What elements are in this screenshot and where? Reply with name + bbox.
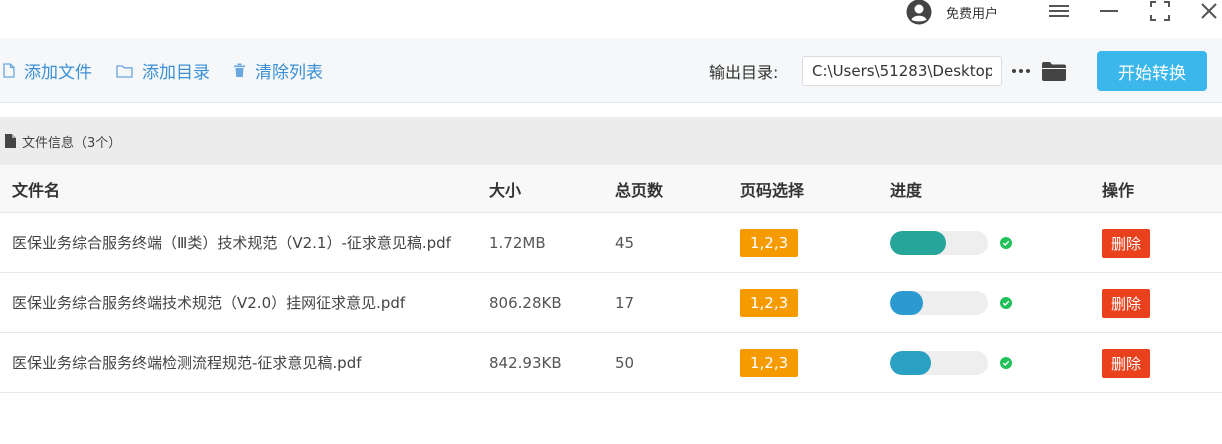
minimize-button[interactable] (1098, 0, 1120, 22)
clear-list-label: 清除列表 (255, 63, 323, 83)
page-count: 17 (615, 294, 635, 312)
table-header: 文件名 大小 总页数 页码选择 进度 操作 (0, 165, 1222, 213)
delete-button[interactable]: 删除 (1102, 288, 1151, 318)
column-header-progress: 进度 (890, 181, 923, 200)
file-name: 医保业务综合服务终端检测流程规范-征求意见稿.pdf (12, 353, 362, 372)
page-count: 50 (615, 354, 635, 372)
file-name: 医保业务综合服务终端（Ⅲ类）技术规范（V2.1）-征求意见稿.pdf (12, 233, 451, 252)
table-row: 医保业务综合服务终端（Ⅲ类）技术规范（V2.1）-征求意见稿.pdf 1.72M… (0, 213, 1222, 273)
progress-bar (890, 291, 988, 315)
browse-more-button[interactable] (1010, 57, 1032, 85)
column-header-pages: 总页数 (615, 181, 664, 200)
page-select-badge[interactable]: 1,2,3 (740, 289, 799, 317)
user-avatar-icon (906, 0, 932, 25)
document-icon (5, 134, 16, 148)
check-circle-icon (1000, 357, 1012, 369)
maximize-button[interactable] (1149, 0, 1171, 22)
open-folder-button[interactable] (1040, 57, 1068, 85)
page-select-badge[interactable]: 1,2,3 (740, 229, 799, 257)
table-row: 医保业务综合服务终端技术规范（V2.0）挂网征求意见.pdf 806.28KB … (0, 273, 1222, 333)
file-name: 医保业务综合服务终端技术规范（V2.0）挂网征求意见.pdf (12, 293, 406, 312)
start-convert-button[interactable]: 开始转换 (1097, 51, 1207, 91)
minimize-icon (1100, 10, 1118, 12)
add-file-label: 添加文件 (24, 63, 92, 83)
user-label: 免费用户 (946, 6, 999, 22)
file-info-header: 文件信息（3个） (0, 117, 1222, 165)
file-size: 1.72MB (489, 234, 546, 252)
progress-fill (890, 291, 924, 315)
clear-list-button[interactable]: 清除列表 (233, 38, 323, 103)
folder-outline-icon (116, 64, 133, 78)
folder-icon (1042, 61, 1066, 81)
user-menu[interactable]: 免费用户 (906, 0, 999, 25)
check-circle-icon (1000, 237, 1012, 249)
column-header-page-select: 页码选择 (740, 181, 805, 200)
delete-button[interactable]: 删除 (1102, 348, 1151, 378)
output-directory-label: 输出目录: (709, 62, 779, 82)
file-size: 842.93KB (489, 354, 562, 372)
page-select-badge[interactable]: 1,2,3 (740, 349, 799, 377)
progress-bar (890, 351, 988, 375)
close-button[interactable] (1198, 0, 1220, 22)
more-dots-icon (1012, 69, 1030, 73)
trash-icon (234, 63, 245, 77)
progress-fill (890, 231, 946, 255)
column-header-size: 大小 (489, 181, 522, 200)
file-icon (3, 63, 15, 78)
column-header-action: 操作 (1102, 181, 1135, 200)
add-directory-button[interactable]: 添加目录 (116, 38, 210, 103)
progress-fill (890, 351, 932, 375)
add-directory-label: 添加目录 (142, 63, 210, 83)
close-icon (1201, 3, 1217, 19)
menu-button[interactable] (1048, 0, 1070, 22)
page-count: 45 (615, 234, 635, 252)
delete-button[interactable]: 删除 (1102, 228, 1151, 258)
progress-bar (890, 231, 988, 255)
file-info-title: 文件信息（3个） (22, 135, 122, 151)
table-row: 医保业务综合服务终端检测流程规范-征求意见稿.pdf 842.93KB 50 1… (0, 333, 1222, 393)
file-size: 806.28KB (489, 294, 562, 312)
hamburger-icon (1049, 5, 1069, 17)
title-bar: 免费用户 (0, 0, 1222, 38)
check-circle-icon (1000, 297, 1012, 309)
add-file-button[interactable]: 添加文件 (3, 38, 92, 103)
column-header-filename: 文件名 (12, 181, 61, 200)
toolbar: 添加文件 添加目录 清除列表 输出目录: C:\Users\51283\Desk… (0, 38, 1222, 103)
output-path-input[interactable] (802, 56, 1002, 86)
fullscreen-icon (1150, 1, 1170, 21)
